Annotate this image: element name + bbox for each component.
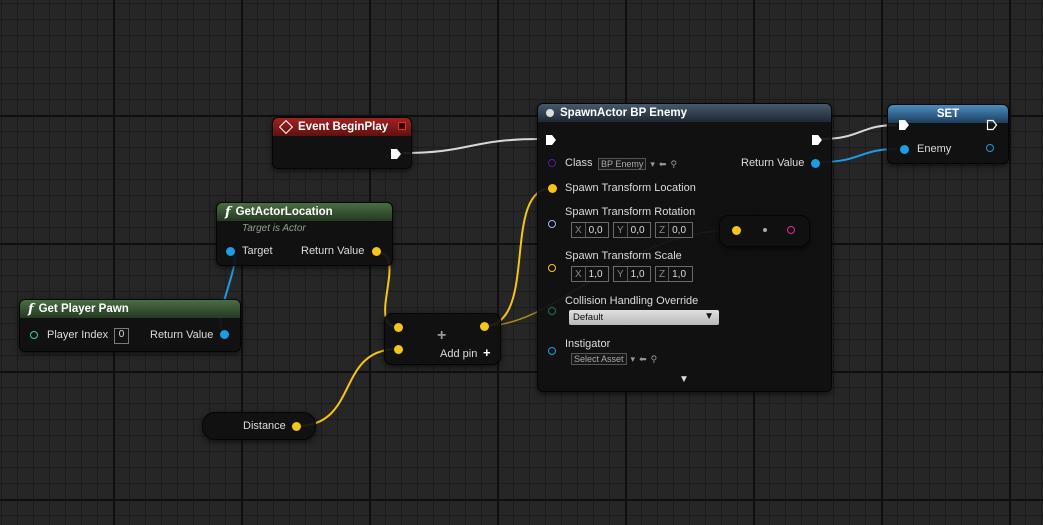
rotation-z-field[interactable]: Z 0,0 <box>655 222 693 238</box>
browse-search-icon[interactable]: ⚲ <box>651 354 658 365</box>
set-title: SET <box>936 108 960 120</box>
collision-pin[interactable] <box>548 307 556 315</box>
enemy-input-pin[interactable] <box>900 145 909 154</box>
spawn-actor-node[interactable]: SpawnActor BP Enemy Class BP Enemy ▾ ⬅ ⚲… <box>537 103 832 392</box>
distance-label: Distance <box>243 420 286 432</box>
wires-layer <box>219 124 898 427</box>
return-value-label: Return Value <box>741 157 805 169</box>
rotation-y-field[interactable]: Y 0,0 <box>613 222 651 238</box>
function-icon: f <box>28 301 34 317</box>
chevron-down-icon[interactable]: ▾ <box>650 159 655 170</box>
class-value: BP Enemy <box>598 158 647 170</box>
set-node[interactable]: SET Enemy <box>887 104 1009 164</box>
rotation-x-field[interactable]: X 0,0 <box>571 222 609 238</box>
player-index-input[interactable]: 0 <box>114 328 129 344</box>
collision-label: Collision Handling Override <box>565 295 699 307</box>
event-begin-play-node[interactable]: Event BeginPlay <box>272 117 412 169</box>
get-actor-location-header[interactable]: f GetActorLocation <box>217 203 392 221</box>
collision-value: Default <box>573 312 604 323</box>
add-node[interactable]: + Add pin + <box>384 313 501 365</box>
use-selected-arrow-icon[interactable]: ⬅ <box>659 159 667 170</box>
expand-advanced-icon[interactable]: ▼ <box>679 374 689 385</box>
reroute-dot <box>763 228 767 232</box>
return-value-label: Return Value <box>150 329 214 341</box>
add-output-pin[interactable] <box>480 322 489 331</box>
return-value-pin[interactable] <box>220 330 229 339</box>
player-index-label: Player Index <box>47 329 109 341</box>
distance-node[interactable]: Distance <box>202 412 316 440</box>
spawn-scale-pin[interactable] <box>548 264 556 272</box>
reroute-node[interactable] <box>719 215 810 247</box>
function-icon: f <box>225 204 231 220</box>
spawn-location-label: Spawn Transform Location <box>565 182 696 194</box>
add-input-a-pin[interactable] <box>394 323 403 332</box>
get-actor-location-node[interactable]: f GetActorLocation Target is Actor Targe… <box>216 202 393 266</box>
get-player-pawn-header[interactable]: f Get Player Pawn <box>20 300 240 318</box>
return-value-pin[interactable] <box>372 247 381 256</box>
chevron-down-icon[interactable]: ▾ <box>631 354 636 365</box>
class-label: Class <box>565 157 593 169</box>
get-player-pawn-title: Get Player Pawn <box>38 303 129 315</box>
spawn-actor-title: SpawnActor BP Enemy <box>560 107 687 119</box>
class-pin[interactable] <box>548 159 556 167</box>
use-selected-arrow-icon[interactable]: ⬅ <box>639 354 647 365</box>
reroute-output-pin[interactable] <box>787 226 795 234</box>
reroute-input-pin[interactable] <box>732 226 741 235</box>
delegate-pin-icon[interactable] <box>398 122 406 130</box>
scale-y-field[interactable]: Y 1,0 <box>613 266 651 282</box>
return-value-pin[interactable] <box>811 159 820 168</box>
event-begin-play-title: Event BeginPlay <box>298 121 389 133</box>
event-icon <box>278 119 294 135</box>
collision-dropdown[interactable]: Default ▼ <box>569 310 719 325</box>
add-pin-label[interactable]: Add pin <box>440 348 477 360</box>
spawn-actor-icon <box>546 109 554 117</box>
scale-z-field[interactable]: Z 1,0 <box>655 266 693 282</box>
instigator-pin[interactable] <box>548 347 556 355</box>
get-actor-location-subtitle: Target is Actor <box>242 223 306 234</box>
player-index-pin[interactable] <box>30 331 38 339</box>
spawn-rotation-label: Spawn Transform Rotation <box>565 206 696 218</box>
add-symbol: + <box>437 327 447 344</box>
chevron-down-icon: ▼ <box>704 311 714 322</box>
spawn-location-pin[interactable] <box>548 184 557 193</box>
instigator-selector[interactable]: Select Asset ▾ ⬅ ⚲ <box>571 353 657 365</box>
get-player-pawn-node[interactable]: f Get Player Pawn Player Index 0 Return … <box>19 299 241 352</box>
browse-search-icon[interactable]: ⚲ <box>670 159 677 170</box>
enemy-output-pin[interactable] <box>986 144 994 152</box>
enemy-label: Enemy <box>917 143 952 155</box>
instigator-value: Select Asset <box>571 353 627 365</box>
return-value-label: Return Value <box>301 245 365 257</box>
scale-x-field[interactable]: X 1,0 <box>571 266 609 282</box>
spawn-rotation-pin[interactable] <box>548 220 556 228</box>
get-actor-location-title: GetActorLocation <box>235 206 333 218</box>
spawn-actor-header[interactable]: SpawnActor BP Enemy <box>538 104 831 122</box>
target-pin[interactable] <box>226 247 235 256</box>
instigator-label: Instigator <box>565 338 611 350</box>
target-label: Target <box>242 245 273 257</box>
distance-output-pin[interactable] <box>292 422 301 431</box>
class-selector[interactable]: BP Enemy ▾ ⬅ ⚲ <box>598 158 677 170</box>
event-begin-play-header[interactable]: Event BeginPlay <box>273 118 411 136</box>
spawn-scale-label: Spawn Transform Scale <box>565 250 682 262</box>
add-input-b-pin[interactable] <box>394 345 403 354</box>
add-pin-icon[interactable]: + <box>483 345 491 360</box>
